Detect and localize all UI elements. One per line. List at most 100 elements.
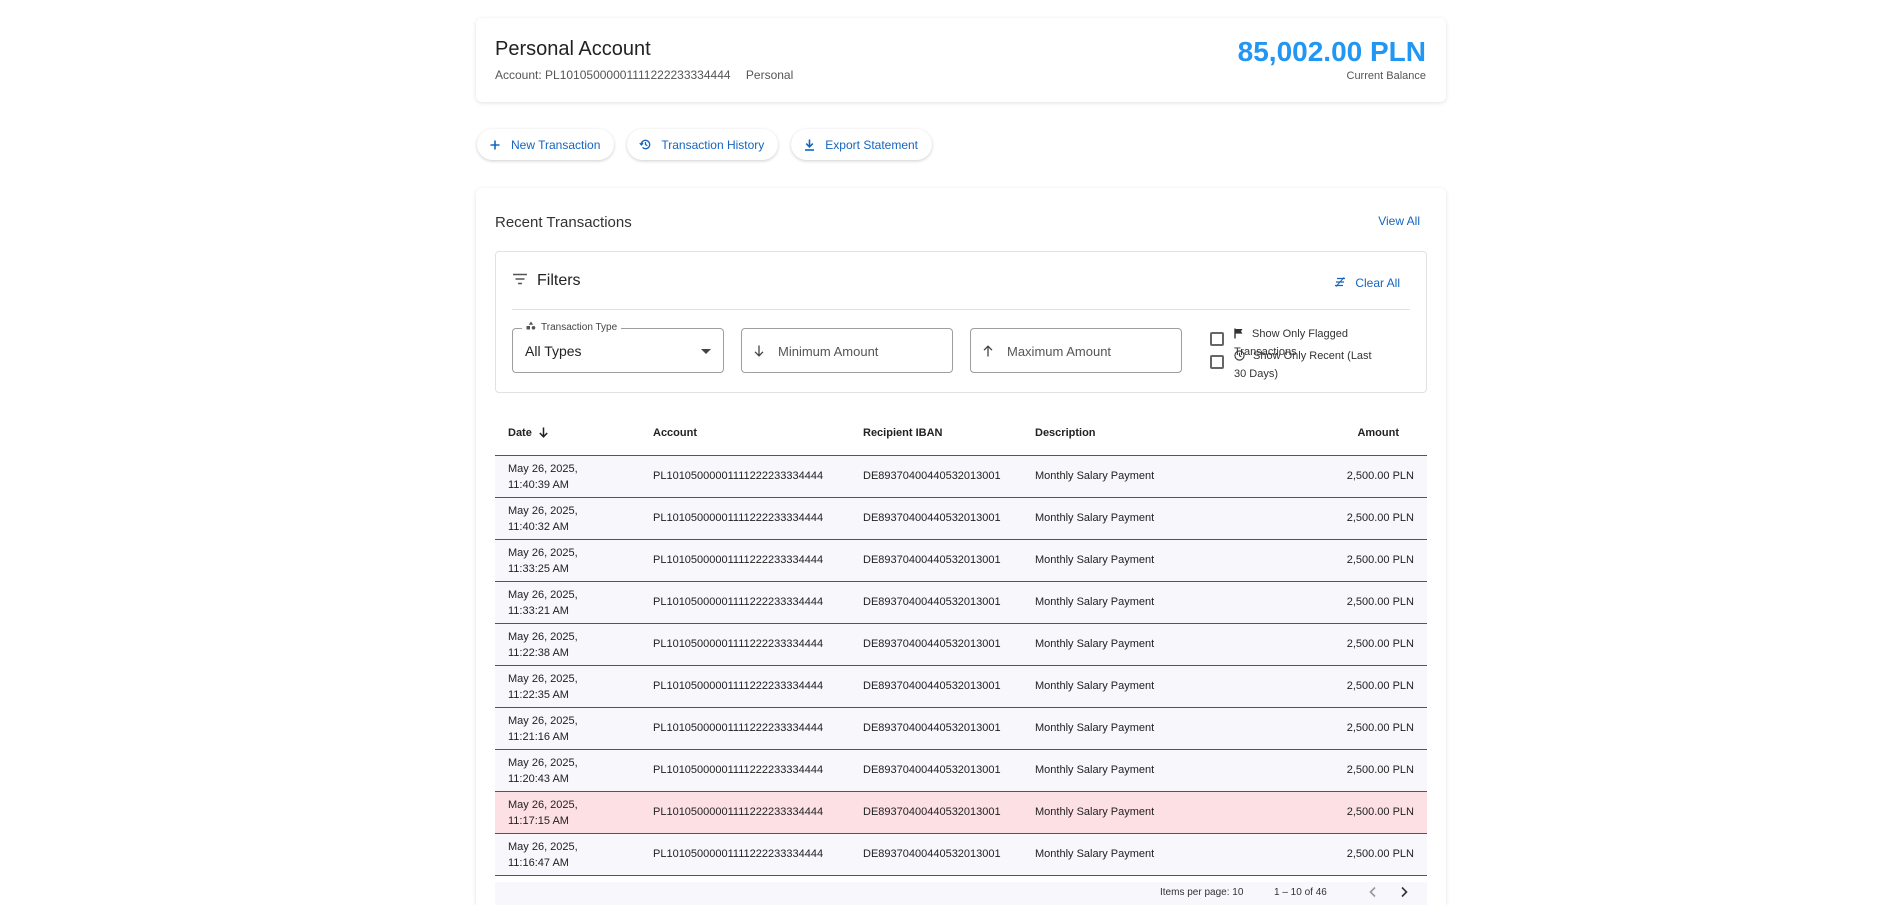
amount-cell: 2,500.00 PLN bbox=[1346, 554, 1414, 566]
view-all-link[interactable]: View All bbox=[1378, 214, 1420, 228]
table-row[interactable]: May 26, 2025, 11:33:25 AM PL1010500000111… bbox=[495, 540, 1427, 582]
account-summary-card: Personal Account Account: PL101050000011… bbox=[476, 18, 1446, 102]
iban-cell: DE89370400440532013001 bbox=[863, 764, 1001, 776]
amount-cell: 2,500.00 PLN bbox=[1346, 722, 1414, 734]
iban-cell: DE89370400440532013001 bbox=[863, 806, 1001, 818]
recent-transactions-title: Recent Transactions bbox=[495, 214, 632, 231]
date-cell: May 26, 2025, 11:22:38 AM bbox=[508, 631, 578, 659]
account-meta: Account: PL10105000001111222233334444 Pe… bbox=[495, 68, 805, 82]
plus-icon bbox=[487, 137, 503, 153]
table-row[interactable]: May 26, 2025, 11:16:47 AM PL1010500000111… bbox=[495, 834, 1427, 876]
table-row[interactable]: May 26, 2025, 11:22:38 AM PL1010500000111… bbox=[495, 624, 1427, 666]
category-icon bbox=[526, 321, 536, 333]
transaction-type-select[interactable]: Transaction Type All Types bbox=[512, 321, 724, 373]
flagged-only-checkbox[interactable] bbox=[1210, 332, 1224, 346]
table-row[interactable]: May 26, 2025, 11:33:21 AM PL1010500000111… bbox=[495, 582, 1427, 624]
minimum-amount-placeholder: Minimum Amount bbox=[778, 344, 879, 359]
description-cell: Monthly Salary Payment bbox=[1035, 764, 1155, 776]
date-cell: May 26, 2025, 11:21:16 AM bbox=[508, 715, 578, 743]
table-row[interactable]: May 26, 2025, 11:21:16 AM PL1010500000111… bbox=[495, 708, 1427, 750]
current-balance: 85,002.00 PLN bbox=[1237, 36, 1426, 67]
filters-title: Filters bbox=[537, 272, 581, 289]
transactions-table: Date Account Recipient IBAN Description … bbox=[495, 412, 1427, 876]
table-header: Date Account Recipient IBAN Description … bbox=[495, 412, 1427, 456]
account-cell: PL10105000001111222233334444 bbox=[653, 554, 824, 566]
recent-transactions-card: Recent Transactions View All Filters Cle… bbox=[476, 188, 1446, 905]
action-bar: New Transaction Transaction History Expo… bbox=[477, 129, 933, 160]
transaction-history-label: Transaction History bbox=[661, 137, 765, 152]
transaction-history-button[interactable]: Transaction History bbox=[627, 129, 779, 160]
account-cell: PL10105000001111222233334444 bbox=[653, 470, 824, 482]
iban-cell: DE89370400440532013001 bbox=[863, 638, 1001, 650]
description-column-header: Description bbox=[1035, 427, 1096, 439]
amount-cell: 2,500.00 PLN bbox=[1346, 596, 1414, 608]
account-cell: PL10105000001111222233334444 bbox=[653, 722, 824, 734]
account-cell: PL10105000001111222233334444 bbox=[653, 848, 824, 860]
recent-only-checkbox[interactable] bbox=[1210, 355, 1224, 369]
table-row[interactable]: May 26, 2025, 11:40:39 AM PL1010500000111… bbox=[495, 456, 1427, 498]
minimum-amount-field[interactable]: Minimum Amount bbox=[741, 328, 953, 373]
previous-page-button[interactable] bbox=[1365, 884, 1381, 905]
clear-all-icon bbox=[1334, 276, 1346, 290]
amount-cell: 2,500.00 PLN bbox=[1346, 470, 1414, 482]
iban-cell: DE89370400440532013001 bbox=[863, 512, 1001, 524]
chevron-left-icon bbox=[1369, 886, 1376, 898]
maximum-amount-field[interactable]: Maximum Amount bbox=[970, 328, 1182, 373]
description-cell: Monthly Salary Payment bbox=[1035, 638, 1155, 650]
items-per-page[interactable]: Items per page: 10 bbox=[1160, 887, 1243, 898]
export-statement-button[interactable]: Export Statement bbox=[791, 129, 933, 160]
paginator: Items per page: 10 1 – 10 of 46 bbox=[495, 882, 1427, 905]
amount-cell: 2,500.00 PLN bbox=[1346, 638, 1414, 650]
clock-icon bbox=[1234, 350, 1245, 366]
iban-cell: DE89370400440532013001 bbox=[863, 470, 1001, 482]
account-cell: PL10105000001111222233334444 bbox=[653, 680, 824, 692]
clear-all-button[interactable]: Clear All bbox=[1334, 276, 1400, 290]
date-cell: May 26, 2025, 11:16:47 AM bbox=[508, 841, 578, 869]
table-row[interactable]: May 26, 2025, 11:40:32 AM PL1010500000111… bbox=[495, 498, 1427, 540]
description-cell: Monthly Salary Payment bbox=[1035, 680, 1155, 692]
account-column-header: Account bbox=[653, 427, 697, 439]
table-row[interactable]: May 26, 2025, 11:22:35 AM PL1010500000111… bbox=[495, 666, 1427, 708]
filter-list-icon bbox=[512, 272, 528, 290]
date-cell: May 26, 2025, 11:33:21 AM bbox=[508, 589, 578, 617]
arrow-up-icon bbox=[983, 344, 993, 362]
filters-panel: Filters Clear All Transaction Type All T… bbox=[495, 251, 1427, 393]
current-balance-label: Current Balance bbox=[1346, 70, 1427, 82]
description-cell: Monthly Salary Payment bbox=[1035, 722, 1155, 734]
table-row[interactable]: May 26, 2025, 11:17:15 AM PL1010500000111… bbox=[495, 792, 1427, 834]
transaction-type-value: All Types bbox=[525, 343, 582, 359]
account-cell: PL10105000001111222233334444 bbox=[653, 764, 824, 776]
description-cell: Monthly Salary Payment bbox=[1035, 470, 1155, 482]
account-title: Personal Account bbox=[495, 38, 651, 60]
flag-icon bbox=[1234, 328, 1244, 344]
account-cell: PL10105000001111222233334444 bbox=[653, 806, 824, 818]
account-cell: PL10105000001111222233334444 bbox=[653, 638, 824, 650]
new-transaction-label: New Transaction bbox=[511, 137, 601, 152]
amount-cell: 2,500.00 PLN bbox=[1346, 680, 1414, 692]
date-cell: May 26, 2025, 11:33:25 AM bbox=[508, 547, 578, 575]
table-row[interactable]: May 26, 2025, 11:20:43 AM PL1010500000111… bbox=[495, 750, 1427, 792]
page-range: 1 – 10 of 46 bbox=[1274, 887, 1327, 898]
iban-column-header: Recipient IBAN bbox=[863, 427, 943, 439]
iban-cell: DE89370400440532013001 bbox=[863, 596, 1001, 608]
iban-cell: DE89370400440532013001 bbox=[863, 848, 1001, 860]
amount-cell: 2,500.00 PLN bbox=[1346, 806, 1414, 818]
account-cell: PL10105000001111222233334444 bbox=[653, 512, 824, 524]
amount-column-header: Amount bbox=[1357, 427, 1399, 439]
description-cell: Monthly Salary Payment bbox=[1035, 512, 1155, 524]
page: Personal Account Account: PL101050000011… bbox=[0, 0, 1901, 905]
new-transaction-button[interactable]: New Transaction bbox=[477, 129, 615, 160]
iban-cell: DE89370400440532013001 bbox=[863, 680, 1001, 692]
maximum-amount-placeholder: Maximum Amount bbox=[1007, 344, 1112, 359]
account-number: Account: PL10105000001111222233334444 bbox=[495, 68, 731, 82]
amount-cell: 2,500.00 PLN bbox=[1346, 764, 1414, 776]
next-page-button[interactable] bbox=[1396, 884, 1412, 905]
filters-divider bbox=[512, 309, 1410, 310]
date-cell: May 26, 2025, 11:40:39 AM bbox=[508, 463, 578, 491]
date-column-header[interactable]: Date bbox=[508, 427, 548, 441]
amount-cell: 2,500.00 PLN bbox=[1346, 512, 1414, 524]
filters-header: Filters bbox=[512, 272, 581, 290]
description-cell: Monthly Salary Payment bbox=[1035, 848, 1155, 860]
clear-all-label: Clear All bbox=[1355, 276, 1400, 290]
export-statement-label: Export Statement bbox=[825, 137, 919, 152]
